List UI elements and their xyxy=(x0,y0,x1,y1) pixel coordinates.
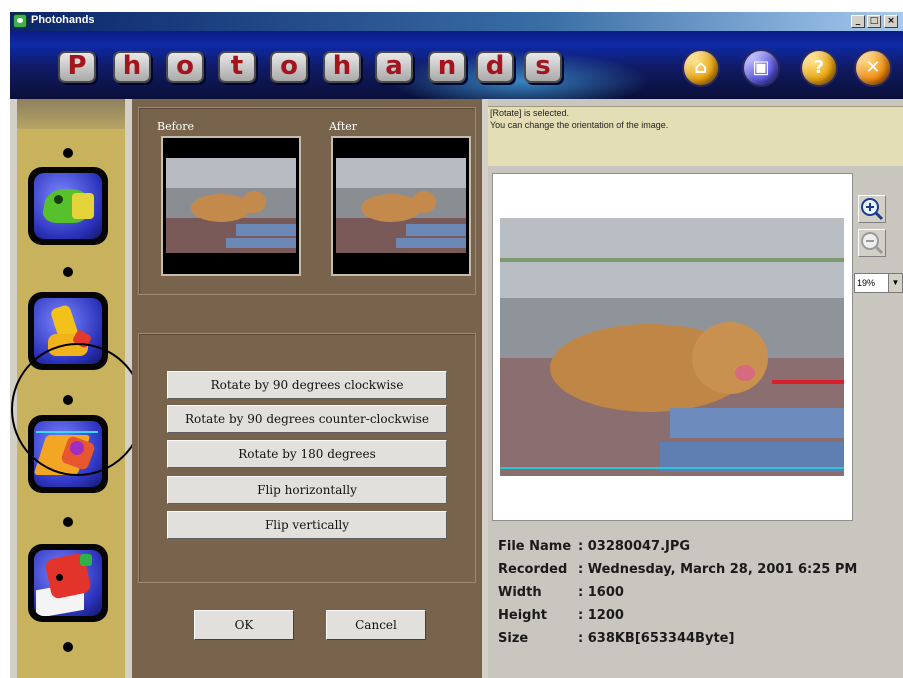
separator-dot xyxy=(63,642,73,652)
separator-dot xyxy=(63,148,73,158)
bird-icon xyxy=(34,550,102,616)
ok-button[interactable]: OK xyxy=(194,610,294,640)
title-bar: Photohands _ □ × xyxy=(10,12,903,31)
preview-group: Before After xyxy=(138,107,476,295)
zoom-level-value: 19% xyxy=(857,278,876,288)
height-label: Height xyxy=(498,608,547,623)
logo-letter: o xyxy=(166,51,204,83)
rotate-ccw-button[interactable]: Rotate by 90 degrees counter-clockwise xyxy=(167,405,447,433)
logo-letter: o xyxy=(270,51,308,83)
logo-letter: n xyxy=(428,51,466,83)
flip-horizontal-button[interactable]: Flip horizontally xyxy=(167,476,447,504)
maximize-button[interactable]: □ xyxy=(867,15,881,28)
logo-letter: h xyxy=(323,51,361,83)
tool-button-bird[interactable] xyxy=(28,544,108,622)
zoom-in-button[interactable] xyxy=(858,195,886,223)
main-photo xyxy=(500,218,844,476)
rotate-180-button[interactable]: Rotate by 180 degrees xyxy=(167,440,447,468)
size-row: Size : 638KB[653344Byte] xyxy=(496,631,901,654)
rotate-options-group: Rotate by 90 degrees clockwise Rotate by… xyxy=(138,333,476,583)
close-icon: ✕ xyxy=(865,57,881,78)
help-button[interactable]: ? xyxy=(800,49,838,87)
recorded-label: Recorded xyxy=(498,562,568,577)
zoom-out-icon xyxy=(861,232,884,255)
width-value: : 1600 xyxy=(578,585,624,600)
width-row: Width : 1600 xyxy=(496,585,901,608)
folder-open-icon: ⌂ xyxy=(694,57,708,78)
zoom-out-button[interactable] xyxy=(858,229,886,257)
before-thumbnail-image xyxy=(166,158,296,253)
rotate-cw-button[interactable]: Rotate by 90 degrees clockwise xyxy=(167,371,447,399)
logo-letter: h xyxy=(113,51,151,83)
zoom-in-icon xyxy=(861,198,884,221)
help-icon: ? xyxy=(813,57,825,78)
size-value: : 638KB[653344Byte] xyxy=(578,631,735,646)
file-name-value: : 03280047.JPG xyxy=(578,539,691,554)
tool-button-chameleon[interactable] xyxy=(28,167,108,245)
recorded-value: : Wednesday, March 28, 2001 6:25 PM xyxy=(578,562,858,577)
cancel-button[interactable]: Cancel xyxy=(326,610,426,640)
size-label: Size xyxy=(498,631,529,646)
image-panel: [Rotate] is selected. You can change the… xyxy=(488,99,903,678)
tool-strip-header xyxy=(17,99,125,129)
exit-button[interactable]: ✕ xyxy=(854,49,892,87)
window-title: Photohands xyxy=(31,14,95,26)
separator-dot xyxy=(63,517,73,527)
file-info: File Name : 03280047.JPG Recorded : Wedn… xyxy=(496,539,901,654)
height-row: Height : 1200 xyxy=(496,608,901,631)
before-label: Before xyxy=(157,120,195,133)
logo-letter: s xyxy=(524,51,562,83)
flip-vertical-button[interactable]: Flip vertically xyxy=(167,511,447,539)
minimize-button[interactable]: _ xyxy=(851,15,865,28)
file-name-row: File Name : 03280047.JPG xyxy=(496,539,901,562)
app-banner: P h o t o h a n d s ⌂ ▣ ? ✕ xyxy=(10,31,903,99)
after-thumbnail-image xyxy=(336,158,466,253)
logo-letter: t xyxy=(218,51,256,83)
status-line: [Rotate] is selected. xyxy=(490,108,570,118)
chameleon-icon xyxy=(34,173,102,239)
window-close-button[interactable]: × xyxy=(884,15,898,28)
file-name-label: File Name xyxy=(498,539,572,554)
rotate-dialog-panel: Before After Rotate by 90 degrees clockw… xyxy=(132,99,482,678)
width-label: Width xyxy=(498,585,542,600)
logo-letter: a xyxy=(375,51,413,83)
before-preview xyxy=(161,136,301,276)
zoom-level-select[interactable]: 19% ▼ xyxy=(854,273,903,293)
floppy-disk-icon: ▣ xyxy=(752,57,770,78)
after-label: After xyxy=(329,120,358,133)
after-preview xyxy=(331,136,471,276)
photohands-window: Photohands _ □ × P h o t o h a n d s ⌂ ▣… xyxy=(10,12,903,678)
app-icon xyxy=(13,14,27,28)
save-button[interactable]: ▣ xyxy=(742,49,780,87)
status-message: [Rotate] is selected. You can change the… xyxy=(488,106,903,166)
open-button[interactable]: ⌂ xyxy=(682,49,720,87)
height-value: : 1200 xyxy=(578,608,624,623)
logo-letter: P xyxy=(58,51,96,83)
recorded-row: Recorded : Wednesday, March 28, 2001 6:2… xyxy=(496,562,901,585)
logo-letter: d xyxy=(476,51,514,83)
status-line: You can change the orientation of the im… xyxy=(490,120,669,130)
chevron-down-icon: ▼ xyxy=(888,274,902,292)
selection-highlight-circle xyxy=(11,343,144,476)
separator-dot xyxy=(63,267,73,277)
image-viewer[interactable] xyxy=(492,173,853,521)
